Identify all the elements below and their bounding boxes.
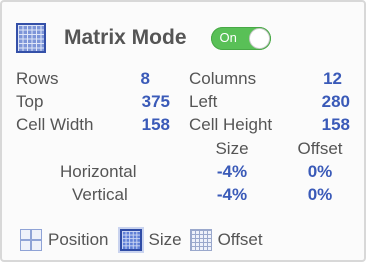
mode-size-button[interactable]: Size	[118, 227, 182, 253]
cell-height-label: Cell Height	[189, 115, 273, 134]
cell-height-value[interactable]: 158	[302, 115, 350, 135]
horizontal-size-value[interactable]: -4%	[202, 162, 262, 182]
top-label: Top	[16, 92, 44, 111]
horizontal-offset-value[interactable]: 0%	[289, 162, 351, 182]
cell-size-row: Cell Width 158 Cell Height 158	[2, 115, 366, 137]
mode-position-button[interactable]: Position	[20, 229, 108, 251]
top-left-row: Top 375 Left 280	[2, 92, 366, 114]
vertical-row: Vertical -4% 0%	[2, 185, 366, 207]
position-label: Position	[48, 230, 109, 249]
columns-label: Columns	[189, 69, 257, 88]
size-header: Size	[215, 139, 249, 158]
left-label: Left	[189, 92, 218, 111]
left-value[interactable]: 280	[302, 92, 350, 112]
columns-value[interactable]: 12	[302, 69, 342, 89]
mode-selector: Position Size Offset	[20, 226, 271, 254]
rows-columns-row: Rows 8 Columns 12	[2, 69, 366, 91]
position-icon	[20, 229, 42, 251]
top-value[interactable]: 375	[122, 92, 170, 112]
matrix-mode-panel: Matrix Mode On Rows 8 Columns 12 Top 375…	[0, 0, 366, 262]
horizontal-label: Horizontal	[60, 162, 137, 181]
panel-header: Matrix Mode On	[16, 20, 271, 56]
rows-label: Rows	[16, 69, 59, 88]
mode-offset-button[interactable]: Offset	[189, 229, 263, 251]
spacing-header-row: Size Offset	[2, 139, 366, 161]
vertical-offset-value[interactable]: 0%	[289, 185, 351, 205]
matrix-mode-toggle[interactable]: On	[210, 26, 271, 50]
toggle-knob	[248, 27, 270, 49]
grid-icon	[16, 23, 46, 53]
toggle-label: On	[219, 29, 237, 45]
cell-width-label: Cell Width	[16, 115, 94, 134]
vertical-size-value[interactable]: -4%	[202, 185, 262, 205]
size-label: Size	[148, 230, 182, 249]
offset-grid-icon	[189, 229, 212, 251]
panel-title: Matrix Mode	[64, 26, 187, 49]
cell-width-value[interactable]: 158	[122, 115, 170, 135]
size-grid-icon	[118, 227, 145, 253]
rows-value[interactable]: 8	[112, 69, 150, 89]
offset-header: Offset	[297, 139, 343, 158]
vertical-label: Vertical	[72, 185, 128, 204]
horizontal-row: Horizontal -4% 0%	[2, 162, 366, 184]
offset-label: Offset	[217, 230, 263, 249]
